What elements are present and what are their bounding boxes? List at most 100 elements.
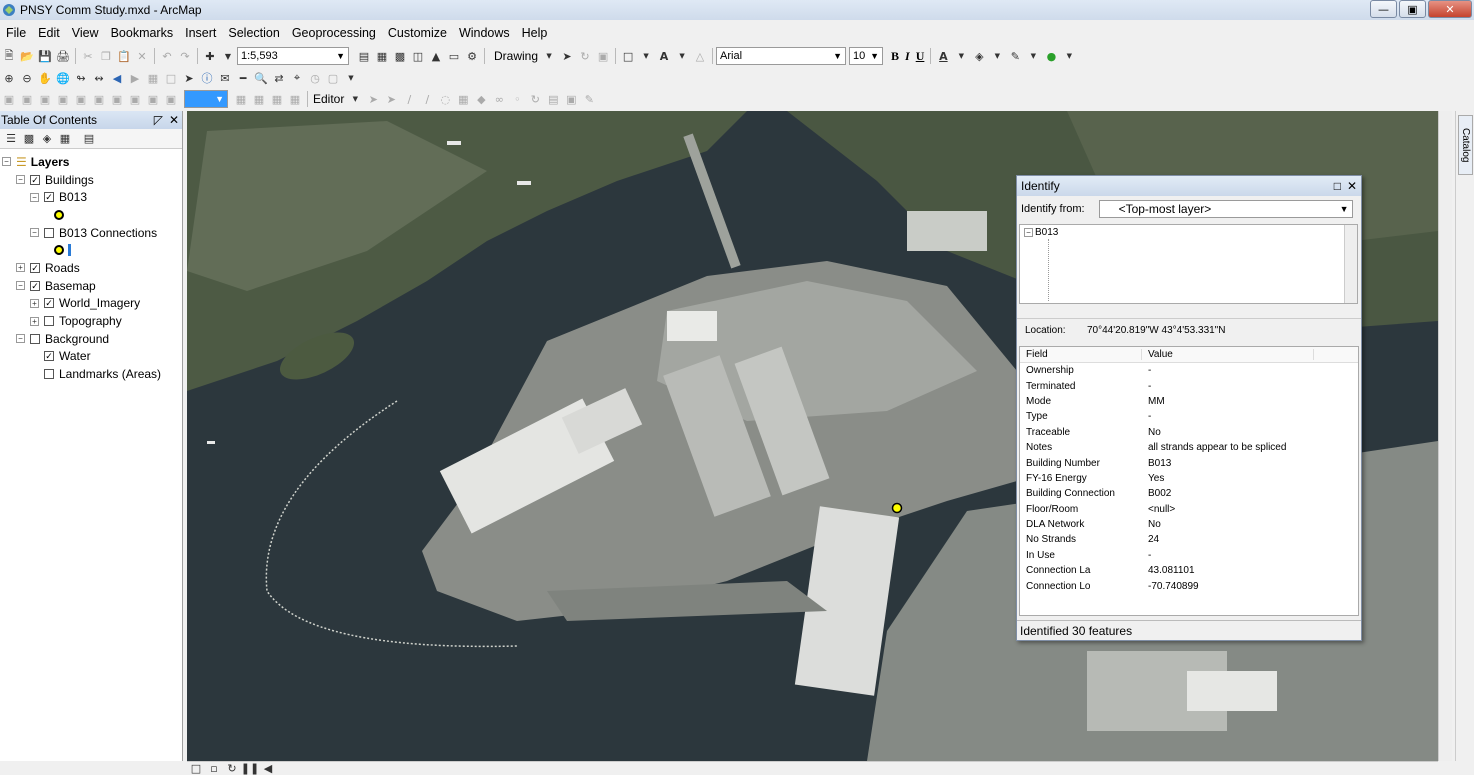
- georef-icon[interactable]: ▣: [164, 92, 178, 106]
- copy-icon[interactable]: ❐: [99, 49, 113, 63]
- bold-button[interactable]: B: [891, 49, 899, 64]
- table-row[interactable]: Type -: [1020, 409, 1358, 424]
- font-size-combo[interactable]: 10 ▼: [849, 47, 884, 65]
- cut-icon[interactable]: ✂: [81, 49, 95, 63]
- layer-checkbox[interactable]: ✓: [44, 351, 54, 362]
- layout-icon[interactable]: ▦: [288, 92, 302, 106]
- georef-icon[interactable]: ▣: [74, 92, 88, 106]
- layer-checkbox[interactable]: [44, 369, 54, 380]
- tree-scrollbar[interactable]: [1344, 225, 1357, 303]
- toc-window-icon[interactable]: ▦: [375, 49, 389, 63]
- chevron-down-icon[interactable]: ▼: [221, 49, 235, 63]
- maximize-button[interactable]: ▣: [1399, 0, 1426, 18]
- redo-icon[interactable]: ↷: [178, 49, 192, 63]
- html-popup-icon[interactable]: ✉: [218, 71, 232, 85]
- layer-water[interactable]: ✓ Water: [0, 348, 182, 366]
- layout-icon[interactable]: ▦: [234, 92, 248, 106]
- close-button[interactable]: ✕: [1428, 0, 1472, 18]
- table-row[interactable]: Notes all strands appear to be spliced: [1020, 440, 1358, 455]
- open-icon[interactable]: 📂: [20, 49, 34, 63]
- layer-checkbox[interactable]: ✓: [44, 192, 54, 203]
- layer-checkbox[interactable]: [44, 316, 54, 327]
- sketch-properties-icon[interactable]: ▣: [564, 92, 578, 106]
- layer-combo[interactable]: ▼: [184, 90, 228, 108]
- full-extent-icon[interactable]: 🌐: [56, 71, 70, 85]
- data-view-icon[interactable]: □: [189, 762, 203, 775]
- menu-file[interactable]: File: [0, 26, 32, 40]
- time-slider-icon[interactable]: ◷: [308, 71, 322, 85]
- layer-checkbox[interactable]: ✓: [30, 262, 40, 273]
- edit-vertices-icon[interactable]: ◆: [474, 92, 488, 106]
- table-row[interactable]: Building Connection B002: [1020, 486, 1358, 501]
- list-by-selection-icon[interactable]: ▦: [58, 132, 72, 146]
- chevron-down-icon[interactable]: ▼: [348, 92, 362, 106]
- forward-arrow-icon[interactable]: ▶: [128, 71, 142, 85]
- options-icon[interactable]: ▤: [82, 132, 96, 146]
- list-by-visibility-icon[interactable]: ◈: [40, 132, 54, 146]
- select-elements-icon[interactable]: ➤: [182, 71, 196, 85]
- menu-windows[interactable]: Windows: [453, 26, 516, 40]
- edit-tool-icon[interactable]: ➤: [366, 92, 380, 106]
- table-row[interactable]: In Use -: [1020, 548, 1358, 563]
- georef-icon[interactable]: ▣: [92, 92, 106, 106]
- georef-icon[interactable]: ▣: [2, 92, 16, 106]
- layer-landmarks[interactable]: Landmarks (Areas): [0, 365, 182, 383]
- georef-icon[interactable]: ▣: [146, 92, 160, 106]
- find-icon[interactable]: 🔍: [254, 71, 268, 85]
- point-icon[interactable]: ◌: [438, 92, 452, 106]
- collapse-icon[interactable]: −: [2, 157, 11, 167]
- measure-icon[interactable]: ━: [236, 71, 250, 85]
- layer-checkbox[interactable]: ✓: [30, 174, 40, 185]
- chevron-down-icon[interactable]: ▼: [344, 71, 358, 85]
- table-row[interactable]: Connection Lo -70.740899: [1020, 578, 1358, 593]
- italic-button[interactable]: I: [905, 49, 910, 64]
- list-by-drawing-order-icon[interactable]: ☰: [4, 132, 18, 146]
- identify-results-tree[interactable]: − B013: [1019, 224, 1358, 304]
- column-header-field[interactable]: Field: [1020, 349, 1142, 360]
- find-route-icon[interactable]: ⇄: [272, 71, 286, 85]
- identify-icon[interactable]: ⓘ: [200, 71, 214, 85]
- layer-world-imagery[interactable]: + ✓ World_Imagery: [0, 295, 182, 313]
- arc-icon[interactable]: ∕: [420, 92, 434, 106]
- collapse-icon[interactable]: −: [30, 192, 39, 202]
- new-icon[interactable]: 🗎: [2, 49, 16, 63]
- georef-icon[interactable]: ▣: [38, 92, 52, 106]
- menu-help[interactable]: Help: [516, 26, 554, 40]
- georef-icon[interactable]: ▣: [128, 92, 142, 106]
- table-row[interactable]: Terminated -: [1020, 378, 1358, 393]
- menu-geoprocessing[interactable]: Geoprocessing: [286, 26, 382, 40]
- goto-xy-icon[interactable]: ⌖: [290, 71, 304, 85]
- marker-color-icon[interactable]: ●: [1044, 49, 1058, 63]
- scroll-left-icon[interactable]: ◀: [261, 762, 275, 775]
- line-color-icon[interactable]: ✎: [1008, 49, 1022, 63]
- menu-customize[interactable]: Customize: [382, 26, 453, 40]
- rotate-icon[interactable]: ↻: [578, 49, 592, 63]
- editor-menu[interactable]: Editor: [311, 92, 346, 106]
- catalog-window-icon[interactable]: ▩: [393, 49, 407, 63]
- collapse-icon[interactable]: −: [16, 334, 25, 344]
- close-icon[interactable]: ✕: [169, 113, 179, 127]
- layer-checkbox[interactable]: [30, 333, 40, 344]
- zoom-whole-page-icon[interactable]: ▣: [596, 49, 610, 63]
- catalog-tab[interactable]: Catalog: [1458, 115, 1473, 175]
- chevron-down-icon[interactable]: ▼: [542, 49, 556, 63]
- split-icon[interactable]: ▦: [456, 92, 470, 106]
- layer-topography[interactable]: + Topography: [0, 312, 182, 330]
- straight-segment-icon[interactable]: ∕: [402, 92, 416, 106]
- map-vertical-scrollbar[interactable]: [1438, 111, 1452, 761]
- python-window-icon[interactable]: ▭: [447, 49, 461, 63]
- pin-icon[interactable]: ◸: [154, 113, 163, 127]
- map-horizontal-scrollbar[interactable]: □ ▫ ↻ ❚❚ ◀: [187, 761, 1438, 775]
- attributes-icon[interactable]: ▤: [546, 92, 560, 106]
- create-viewer-icon[interactable]: ▢: [326, 71, 340, 85]
- menu-view[interactable]: View: [66, 26, 105, 40]
- layout-icon[interactable]: ▦: [252, 92, 266, 106]
- table-row[interactable]: Mode MM: [1020, 394, 1358, 409]
- chevron-down-icon[interactable]: ▼: [954, 49, 968, 63]
- layer-b013-connections[interactable]: − B013 Connections: [0, 224, 182, 242]
- paste-icon[interactable]: 📋: [117, 49, 131, 63]
- layer-group-buildings[interactable]: − ✓ Buildings: [0, 171, 182, 189]
- chevron-down-icon[interactable]: ▼: [639, 49, 653, 63]
- table-row[interactable]: No Strands 24: [1020, 532, 1358, 547]
- menu-bookmarks[interactable]: Bookmarks: [105, 26, 180, 40]
